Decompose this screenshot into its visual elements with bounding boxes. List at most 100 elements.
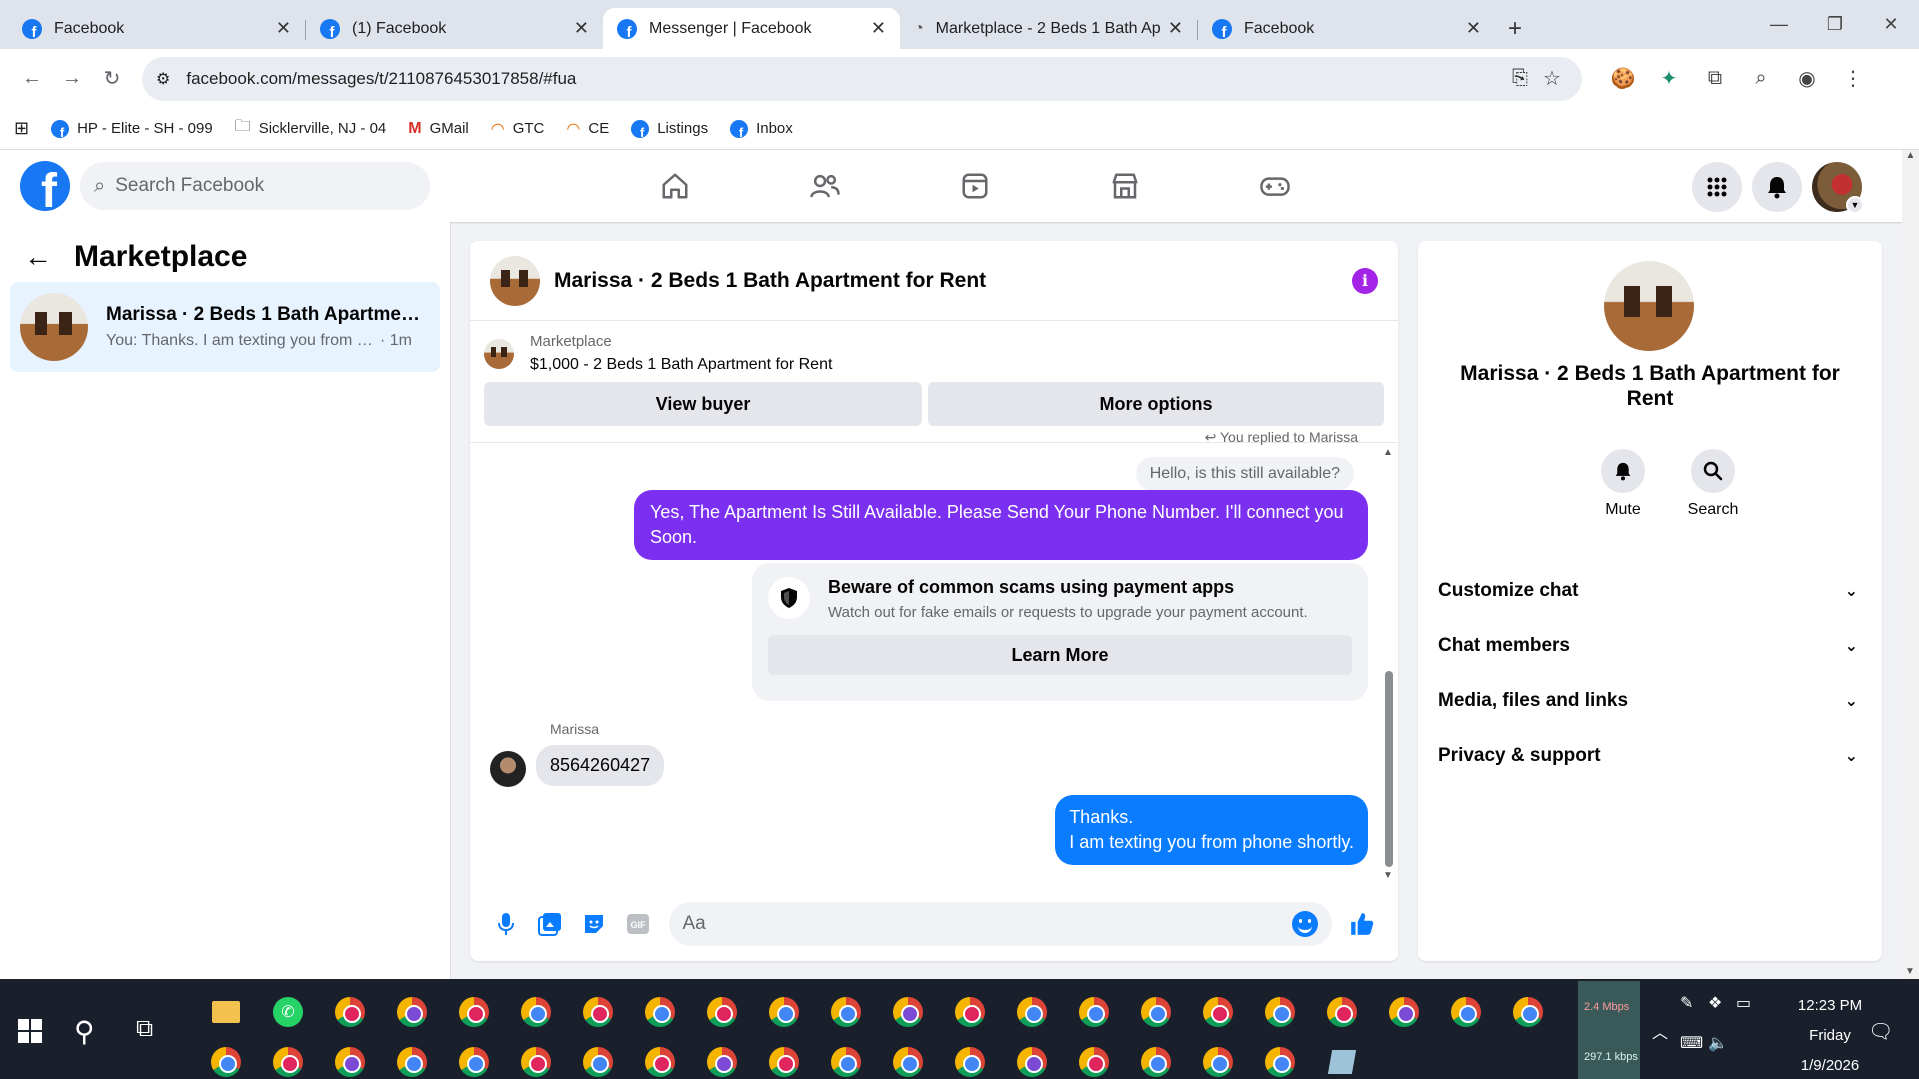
chrome-icon[interactable] — [1125, 1037, 1187, 1079]
chrome-icon[interactable] — [939, 987, 1001, 1037]
chrome-icon[interactable] — [753, 1037, 815, 1079]
bookmark[interactable]: M GMail — [408, 120, 469, 138]
close-icon[interactable]: ✕ — [871, 18, 886, 39]
chrome-icon[interactable] — [629, 1037, 691, 1079]
volume-icon[interactable]: 🔈 — [1708, 1033, 1728, 1053]
incoming-message[interactable]: 8564260427 — [536, 745, 665, 786]
note-app-icon[interactable] — [1311, 1037, 1373, 1079]
chrome-icon[interactable] — [1001, 1037, 1063, 1079]
chat-scrollbar[interactable]: ▲ ▼ — [1382, 447, 1394, 881]
nav-friends-icon[interactable] — [750, 150, 900, 222]
search-in-chat-button[interactable]: Search — [1668, 449, 1758, 519]
chrome-icon[interactable] — [567, 987, 629, 1037]
conversation-item-active[interactable]: Marissa · 2 Beds 1 Bath Apartment... You… — [10, 282, 440, 372]
bookmark[interactable]: ◠ CE — [566, 119, 609, 139]
scroll-up-icon[interactable]: ▲ — [1902, 150, 1919, 161]
chrome-icon[interactable] — [1249, 987, 1311, 1037]
chrome-icon[interactable] — [505, 1037, 567, 1079]
new-tab-button[interactable]: + — [1495, 8, 1535, 49]
emoji-icon[interactable] — [1291, 911, 1318, 937]
url-text[interactable]: facebook.com/messages/t/2110876453017858… — [186, 69, 1504, 89]
gif-icon[interactable]: GIF — [616, 912, 660, 936]
mute-button[interactable]: Mute — [1578, 449, 1668, 519]
outgoing-message[interactable]: Thanks. I am texting you from phone shor… — [1055, 795, 1368, 865]
nav-marketplace-icon[interactable] — [1050, 150, 1200, 222]
restore-icon[interactable]: ❐ — [1807, 0, 1863, 49]
media-files-links-section[interactable]: Media, files and links ⌄ — [1438, 679, 1862, 723]
close-icon[interactable]: ✕ — [1466, 18, 1481, 39]
notifications-bell-icon[interactable] — [1752, 162, 1802, 212]
close-window-icon[interactable]: ✕ — [1863, 0, 1919, 49]
learn-more-button[interactable]: Learn More — [768, 635, 1352, 675]
reload-icon[interactable]: ↻ — [92, 59, 132, 99]
chrome-icon[interactable] — [877, 1037, 939, 1079]
battery-icon[interactable]: ▭ — [1736, 993, 1751, 1013]
chrome-icon[interactable] — [567, 1037, 629, 1079]
scroll-thumb[interactable] — [1385, 671, 1393, 867]
chrome-icon[interactable] — [1001, 987, 1063, 1037]
search-icon[interactable]: ⚲ — [74, 1015, 95, 1048]
bookmark[interactable]: 🗀 Sicklerville, NJ - 04 — [235, 115, 387, 142]
chrome-icon[interactable] — [1373, 987, 1435, 1037]
nav-video-icon[interactable] — [900, 150, 1050, 222]
bookmark[interactable]: ◠ GTC — [491, 119, 545, 139]
chrome-icon[interactable] — [815, 987, 877, 1037]
pen-icon[interactable]: ✎ — [1680, 993, 1693, 1013]
more-options-button[interactable]: More options — [928, 382, 1384, 426]
chrome-icon[interactable] — [319, 1037, 381, 1079]
scroll-up-icon[interactable]: ▲ — [1382, 447, 1394, 458]
chevron-up-icon[interactable]: ︿ — [1652, 1019, 1668, 1043]
bell-icon[interactable] — [1601, 449, 1645, 493]
chrome-icon[interactable] — [691, 1037, 753, 1079]
address-bar[interactable]: ⚙ facebook.com/messages/t/21108764530178… — [142, 56, 1582, 101]
browser-tab[interactable]: ◔ Marketplace - 2 Beds 1 Bath Ap ✕ — [900, 8, 1197, 49]
cookie-extension-icon[interactable]: 🍪 — [1600, 66, 1646, 91]
scroll-down-icon[interactable]: ▼ — [1383, 870, 1393, 881]
menu-grid-icon[interactable] — [1692, 162, 1742, 212]
view-buyer-button[interactable]: View buyer — [484, 382, 922, 426]
site-settings-icon[interactable]: ⚙ — [156, 69, 170, 89]
listing-avatar[interactable] — [1604, 261, 1694, 351]
chrome-icon[interactable] — [319, 987, 381, 1037]
outgoing-message[interactable]: Yes, The Apartment Is Still Available. P… — [634, 490, 1368, 560]
thumbs-up-icon[interactable] — [1340, 911, 1384, 937]
facebook-search[interactable]: ⌕ Search Facebook — [80, 162, 430, 210]
browser-tab[interactable]: f (1) Facebook ✕ — [306, 8, 603, 49]
chrome-icon[interactable] — [443, 987, 505, 1037]
info-icon[interactable]: i — [1352, 267, 1378, 294]
account-avatar[interactable]: ▼ — [1812, 162, 1864, 214]
chrome-icon[interactable] — [1249, 1037, 1311, 1079]
listing-summary[interactable]: Marketplace $1,000 - 2 Beds 1 Bath Apart… — [484, 333, 1384, 374]
bookmark[interactable]: f Listings — [631, 119, 708, 138]
sticker-icon[interactable] — [572, 912, 616, 936]
scroll-down-icon[interactable]: ▼ — [1905, 966, 1915, 977]
chrome-icon[interactable] — [815, 1037, 877, 1079]
bookmark-star-icon[interactable]: ☆ — [1536, 66, 1568, 91]
customize-chat-section[interactable]: Customize chat ⌄ — [1438, 569, 1862, 613]
chrome-icon[interactable] — [1187, 987, 1249, 1037]
chrome-icon[interactable] — [1497, 987, 1559, 1037]
page-scrollbar[interactable]: ▲ ▼ — [1902, 150, 1919, 979]
whatsapp-icon[interactable]: ✆ — [257, 987, 319, 1037]
back-icon[interactable]: ← — [12, 59, 52, 99]
message-placeholder[interactable]: Aa — [683, 913, 1292, 935]
apps-grid-icon[interactable]: ⊞ — [14, 118, 29, 139]
chrome-icon[interactable] — [1125, 987, 1187, 1037]
chrome-icon[interactable] — [1187, 1037, 1249, 1079]
chrome-icon[interactable] — [753, 987, 815, 1037]
chrome-icon[interactable] — [939, 1037, 1001, 1079]
browser-tab[interactable]: f Facebook ✕ — [8, 8, 305, 49]
chrome-icon[interactable] — [629, 987, 691, 1037]
install-app-icon[interactable]: ⎘ — [1504, 67, 1536, 90]
profile-icon[interactable]: ◉ — [1784, 66, 1830, 91]
search-placeholder[interactable]: Search Facebook — [115, 175, 264, 197]
chat-members-section[interactable]: Chat members ⌄ — [1438, 624, 1862, 668]
browser-tab-active[interactable]: f Messenger | Facebook ✕ — [603, 8, 900, 49]
chat-title[interactable]: Marissa · 2 Beds 1 Bath Apartment for Re… — [554, 269, 1352, 293]
notification-center-icon[interactable]: 🗨 — [1868, 1019, 1893, 1044]
dropbox-icon[interactable]: ❖ — [1708, 993, 1722, 1013]
chrome-icon[interactable] — [877, 987, 939, 1037]
extension-icon[interactable]: ✦ — [1646, 66, 1692, 91]
forward-icon[interactable]: → — [52, 59, 92, 99]
chrome-icon[interactable] — [443, 1037, 505, 1079]
